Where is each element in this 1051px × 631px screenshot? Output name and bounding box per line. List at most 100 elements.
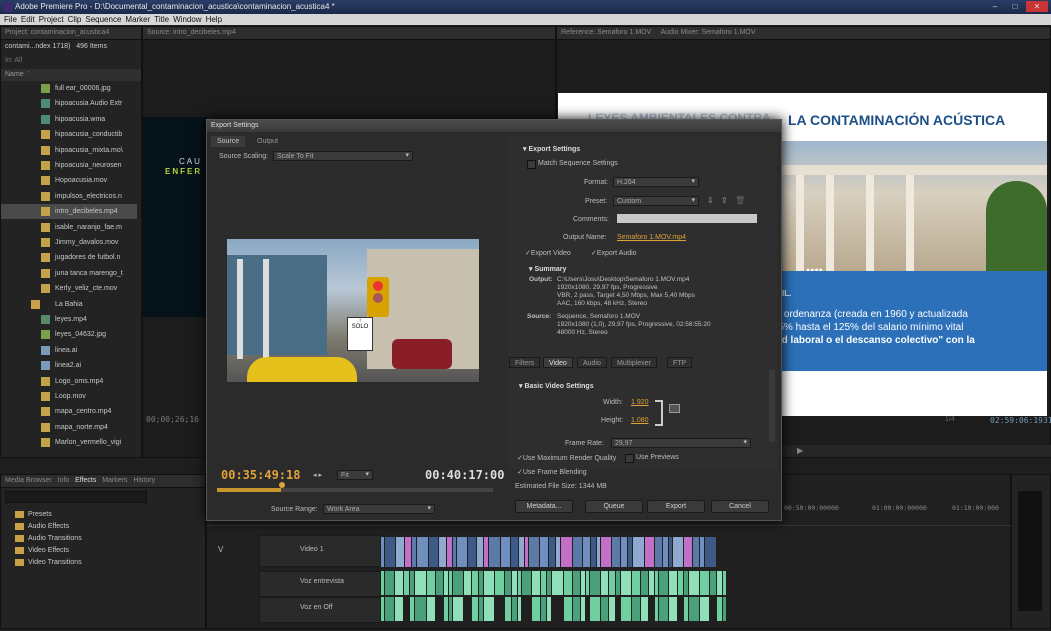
timeline-clip[interactable] xyxy=(405,537,411,567)
timeline-clip[interactable] xyxy=(620,571,631,595)
source-monitor-tab[interactable]: Source: intro_decibeles.mp4 xyxy=(143,27,555,40)
timeline-clip[interactable] xyxy=(700,537,704,567)
timeline-clip[interactable] xyxy=(684,537,692,567)
timeline-clip[interactable] xyxy=(658,571,669,595)
project-item[interactable]: Logo_oms.mp4 xyxy=(1,374,137,389)
timeline-clip[interactable] xyxy=(443,597,449,621)
timeline-clip[interactable] xyxy=(677,571,684,595)
timeline-clip[interactable] xyxy=(561,537,572,567)
project-item[interactable]: leyes_04632.jpg xyxy=(1,327,137,342)
playhead-handle[interactable] xyxy=(279,482,285,488)
format-dropdown[interactable]: H.264 xyxy=(613,177,699,187)
timeline-clip[interactable] xyxy=(612,537,620,567)
project-item[interactable]: leyes.mp4 xyxy=(1,312,137,327)
menu-marker[interactable]: Marker xyxy=(125,14,150,25)
timeline-clip[interactable] xyxy=(403,597,410,621)
timeline-clip[interactable] xyxy=(700,571,709,595)
timeline-clip[interactable] xyxy=(669,571,677,595)
menu-edit[interactable]: Edit xyxy=(21,14,35,25)
timeline-clip[interactable] xyxy=(600,571,609,595)
tab-effects[interactable]: Effects xyxy=(75,477,96,484)
timeline-clip[interactable] xyxy=(410,597,415,621)
timeline-clip[interactable] xyxy=(472,597,478,621)
timeline-clip[interactable] xyxy=(504,597,512,621)
timeline-clip[interactable] xyxy=(590,571,600,595)
project-item[interactable]: hipoacusia Audio Extr xyxy=(1,96,137,111)
play-icon[interactable]: ▶ xyxy=(797,446,803,455)
timeline-clip[interactable] xyxy=(463,571,472,595)
timeline-clip[interactable] xyxy=(477,537,483,567)
tab-video[interactable]: Video xyxy=(543,357,573,368)
project-item[interactable]: intro_decibeles.mp4 xyxy=(1,204,137,220)
timeline-clip[interactable] xyxy=(621,537,627,567)
tab-markers[interactable]: Markers xyxy=(102,477,127,484)
tab-output[interactable]: Output xyxy=(251,136,284,147)
effects-search-input[interactable] xyxy=(5,491,147,503)
timeline-clip[interactable] xyxy=(573,537,582,567)
timeline-clip[interactable] xyxy=(590,597,600,621)
timeline-clip[interactable] xyxy=(384,571,395,595)
track-header-audio2[interactable]: Voz en Off xyxy=(259,597,381,623)
timeline-clip[interactable] xyxy=(540,597,547,621)
timeline-clip[interactable] xyxy=(631,597,641,621)
timeline-clip[interactable] xyxy=(658,597,669,621)
timeline-clip[interactable] xyxy=(563,571,572,595)
menu-file[interactable]: File xyxy=(4,14,17,25)
project-item[interactable]: Hopoacusia.mov xyxy=(1,173,137,188)
audio-mixer-tab[interactable]: Audio Mixer: Semaforo 1.MOV xyxy=(661,29,756,36)
track-header-audio1[interactable]: Voz entrevista xyxy=(259,571,381,597)
frame-blending-checkbox[interactable]: ✓Use Frame Blending xyxy=(517,468,587,476)
timeline-clip[interactable] xyxy=(453,537,456,567)
metadata-button[interactable]: Metadata... xyxy=(515,500,573,513)
timeline-clip[interactable] xyxy=(654,597,658,621)
timeline-clip[interactable] xyxy=(540,571,547,595)
project-item[interactable]: linea.ai xyxy=(1,343,137,358)
menu-help[interactable]: Help xyxy=(206,14,222,25)
timeline-clip[interactable] xyxy=(521,571,532,595)
timeline-clip[interactable] xyxy=(552,597,563,621)
timeline-clip[interactable] xyxy=(645,537,654,567)
reference-tab[interactable]: Reference: Semaforo 1.MOV xyxy=(561,29,651,36)
timeline-clip[interactable] xyxy=(655,537,662,567)
menu-sequence[interactable]: Sequence xyxy=(85,14,121,25)
timeline-clip[interactable] xyxy=(669,597,677,621)
timeline-clip[interactable] xyxy=(410,571,415,595)
timeline-clip[interactable] xyxy=(525,537,528,567)
close-button[interactable]: ✕ xyxy=(1026,1,1048,12)
project-item[interactable]: La Bahia xyxy=(1,297,137,312)
export-audio-checkbox[interactable]: ✓Export Audio xyxy=(591,249,637,257)
delete-preset-icon[interactable]: 🗑 xyxy=(735,196,745,205)
timeline-clip[interactable] xyxy=(517,597,521,621)
project-item[interactable]: juna tanca marengo_t xyxy=(1,266,137,281)
timeline-clip[interactable] xyxy=(654,571,658,595)
timeline-clip[interactable] xyxy=(468,537,476,567)
timeline-clip[interactable] xyxy=(628,537,632,567)
timeline-clip[interactable] xyxy=(633,537,644,567)
timeline-clip[interactable] xyxy=(549,537,555,567)
timeline-clip[interactable] xyxy=(529,537,539,567)
menu-project[interactable]: Project xyxy=(39,14,64,25)
timeline-clip[interactable] xyxy=(439,537,446,567)
timeline-clip[interactable] xyxy=(572,597,580,621)
timeline-clip[interactable] xyxy=(601,537,611,567)
timeline-clip[interactable] xyxy=(547,571,552,595)
timeline-clip[interactable] xyxy=(415,597,426,621)
track-header-video1[interactable]: V Video 1 xyxy=(218,535,381,567)
tab-ftp[interactable]: FTP xyxy=(667,357,693,368)
effects-item[interactable]: Video Effects xyxy=(15,545,69,557)
timeline-clip[interactable] xyxy=(700,597,709,621)
match-sequence-checkbox[interactable] xyxy=(527,160,536,169)
timeline-clip[interactable] xyxy=(547,597,552,621)
timeline-clip[interactable] xyxy=(426,571,436,595)
timeline-clip[interactable] xyxy=(517,571,521,595)
project-item[interactable]: Jimmy_davalos.mov xyxy=(1,235,137,250)
frame-rate-dropdown[interactable]: 29,97 xyxy=(611,438,751,448)
project-item[interactable]: Loop.mov xyxy=(1,389,137,404)
timeline-clip[interactable] xyxy=(540,537,548,567)
timeline-clip[interactable] xyxy=(717,597,723,621)
menu-clip[interactable]: Clip xyxy=(68,14,82,25)
in-filter-dropdown[interactable]: All xyxy=(14,57,22,64)
timeline-clip[interactable] xyxy=(709,571,717,595)
source-scaling-dropdown[interactable]: Scale To Fit xyxy=(273,151,413,161)
maximize-button[interactable]: □ xyxy=(1006,1,1024,12)
